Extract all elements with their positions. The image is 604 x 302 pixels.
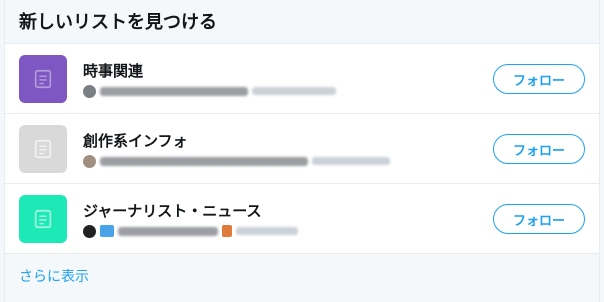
list-icon [34,139,52,159]
list-icon [34,209,52,229]
follow-button[interactable]: フォロー [493,64,585,94]
list-item[interactable]: 創作系インフォ フォロー [5,114,599,184]
list-owner[interactable] [83,84,336,98]
owner-handle-blurred [312,157,390,165]
list-item[interactable]: 時事関連 フォロー [5,44,599,114]
list-icon [34,69,52,89]
list-item[interactable]: ジャーナリスト・ニュース フォロー [5,184,599,254]
emoji-icon [222,225,232,237]
panel-title: 新しいリストを見つける [5,0,599,44]
list-name[interactable]: 創作系インフォ [83,130,188,151]
list-owner[interactable] [83,154,390,168]
list-thumbnail [19,55,67,103]
avatar [83,154,96,168]
owner-handle-blurred [236,227,298,235]
avatar [83,84,96,98]
owner-name-blurred [100,156,308,166]
follow-button[interactable]: フォロー [493,204,585,234]
avatar [83,224,96,238]
list-name[interactable]: ジャーナリスト・ニュース [83,200,262,221]
show-more-link[interactable]: さらに表示 [19,266,89,286]
emoji-icon [100,225,114,237]
list-thumbnail [19,125,67,173]
list-thumbnail [19,195,67,243]
follow-button[interactable]: フォロー [493,134,585,164]
discover-lists-panel: 新しいリストを見つける 時事関連 フォロー 創作系インフォ フォロー ジャーナリ… [4,0,600,302]
owner-name-blurred [100,86,248,96]
owner-handle-blurred [252,87,336,95]
list-owner[interactable] [83,224,298,238]
owner-name-blurred [118,226,218,236]
list-name[interactable]: 時事関連 [83,60,143,81]
